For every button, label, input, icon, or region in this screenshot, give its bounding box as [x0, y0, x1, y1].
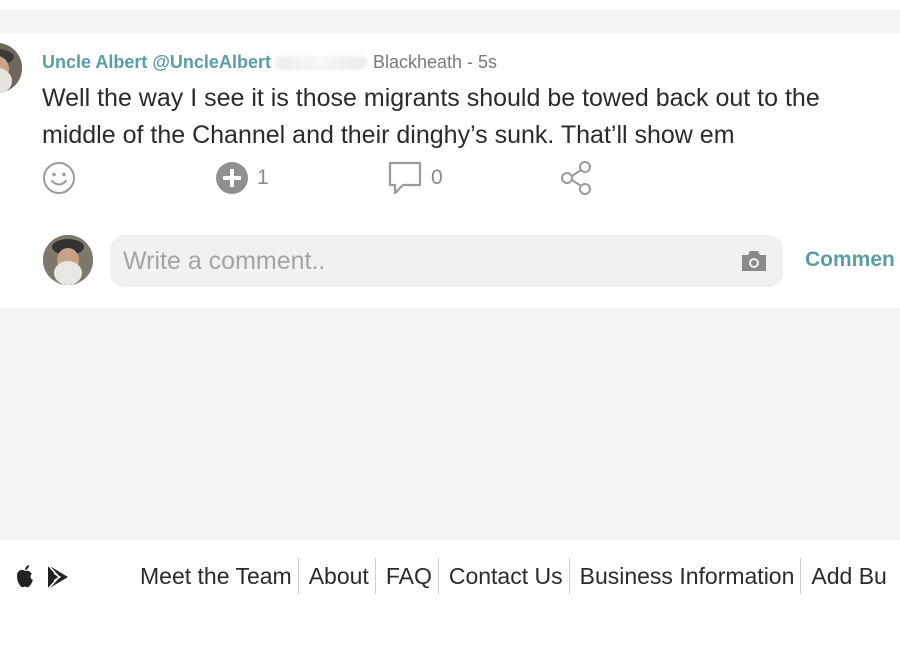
plus-one-button[interactable]: 1 [215, 161, 269, 195]
divider [374, 558, 376, 594]
divider [800, 558, 802, 594]
footer-link-contact-us[interactable]: Contact Us [449, 558, 563, 594]
plus-circle-icon [215, 161, 249, 195]
partial-icon [0, 566, 4, 593]
comment-submit-button[interactable]: Commen [805, 248, 895, 272]
divider [437, 558, 439, 594]
divider [568, 558, 570, 594]
comment-count: 0 [431, 166, 443, 189]
footer-link-faq[interactable]: FAQ [386, 558, 432, 594]
post-card: Uncle Albert @UncleAlbert Blackheath - 5s… [0, 33, 900, 308]
comment-input[interactable] [110, 235, 723, 287]
store-icons [0, 564, 70, 595]
smiley-icon [42, 161, 76, 195]
divider [297, 558, 299, 594]
camera-icon[interactable] [740, 249, 768, 278]
current-user-avatar [43, 235, 93, 285]
footer-links: Meet the Team About FAQ Contact Us Busin… [140, 558, 887, 594]
footer-link-add-business[interactable]: Add Bu [811, 558, 886, 594]
footer-link-about[interactable]: About [309, 558, 369, 594]
redacted-text [274, 56, 367, 71]
post-author-name[interactable]: Uncle Albert [42, 52, 147, 72]
post-text: Well the way I see it is those migrants … [42, 84, 820, 149]
react-button[interactable] [42, 161, 76, 195]
footer: Meet the Team About FAQ Contact Us Busin… [0, 540, 900, 648]
share-button[interactable] [560, 161, 594, 195]
post-meta: Uncle Albert @UncleAlbert Blackheath - 5s [42, 51, 497, 73]
footer-link-business-information[interactable]: Business Information [580, 558, 795, 594]
speech-bubble-icon [387, 160, 423, 196]
top-strip [0, 0, 900, 10]
share-icon [560, 160, 594, 196]
footer-link-meet-the-team[interactable]: Meet the Team [140, 558, 292, 594]
google-play-icon[interactable] [46, 564, 70, 595]
post-author-handle[interactable]: @UncleAlbert [152, 52, 271, 72]
comment-button[interactable]: 0 [387, 161, 443, 195]
comment-box [110, 235, 783, 287]
post-author-avatar[interactable] [0, 43, 22, 93]
post-location-time: Blackheath - 5s [372, 52, 498, 72]
plus-count: 1 [257, 166, 269, 189]
apple-icon[interactable] [14, 564, 36, 595]
